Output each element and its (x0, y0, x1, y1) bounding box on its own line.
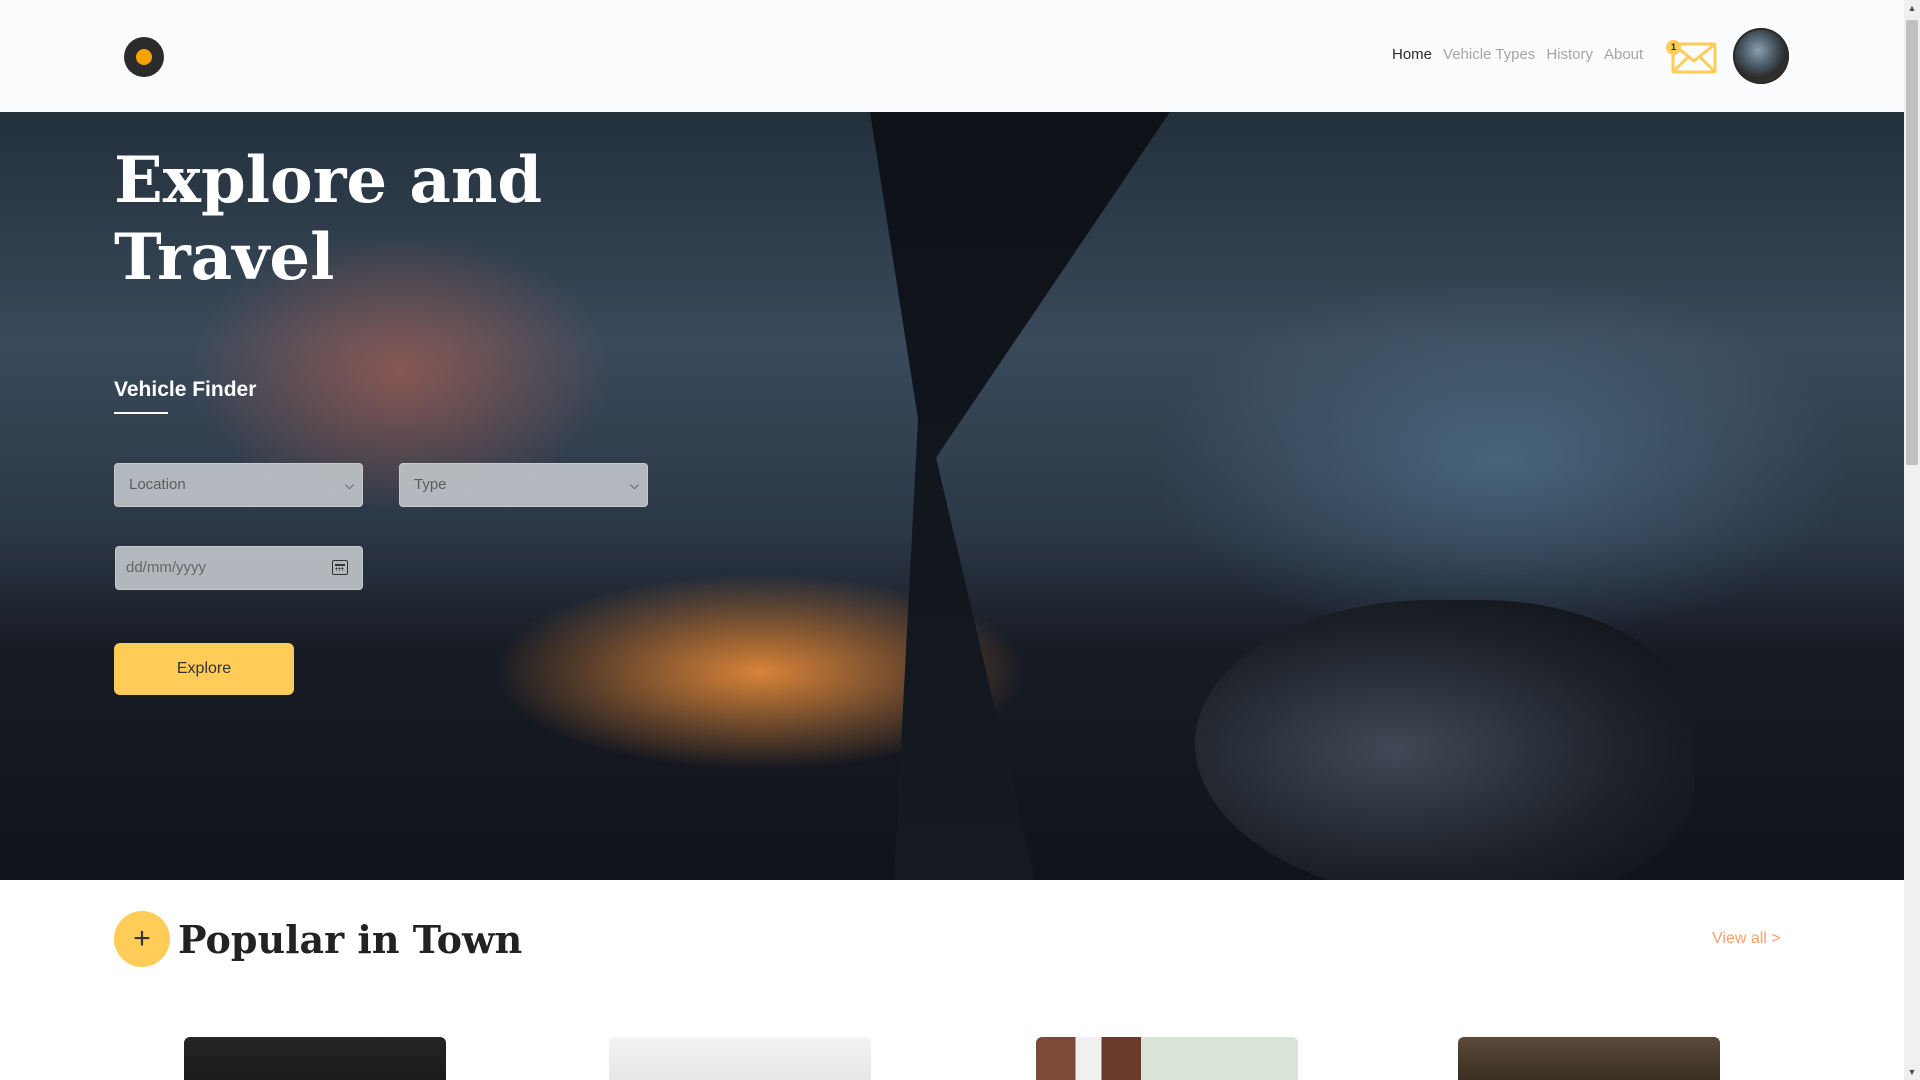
popular-card[interactable] (1458, 1037, 1720, 1080)
popular-card[interactable] (184, 1037, 446, 1080)
location-select[interactable]: Location ⌵ (114, 463, 363, 507)
hero-image-mirror (1195, 600, 1695, 880)
notification-badge: 1 (1666, 40, 1681, 55)
nav-vehicle-types[interactable]: Vehicle Types (1443, 46, 1535, 63)
popular-card[interactable] (609, 1037, 871, 1080)
nav-history[interactable]: History (1546, 46, 1593, 63)
avatar[interactable] (1733, 28, 1789, 84)
nav-home[interactable]: Home (1392, 46, 1432, 63)
location-select-value: Location (129, 476, 186, 493)
nav-about[interactable]: About (1604, 46, 1643, 63)
finder-underline (114, 412, 168, 414)
explore-button[interactable]: Explore (114, 643, 294, 695)
hero-section: Explore and Travel Vehicle Finder Locati… (0, 112, 1904, 880)
vehicle-finder-label: Vehicle Finder (114, 378, 257, 401)
plus-icon[interactable]: + (114, 911, 170, 967)
logo-icon[interactable] (124, 37, 164, 77)
site-header: Home Vehicle Types History About 1 (0, 0, 1904, 112)
hero-image-pillar (870, 112, 1170, 880)
chevron-down-icon: ⌵ (344, 478, 354, 492)
scroll-down-icon[interactable]: ▼ (1904, 1064, 1920, 1080)
view-all-link[interactable]: View all > (1712, 930, 1781, 948)
type-select[interactable]: Type ⌵ (399, 463, 648, 507)
date-input[interactable]: dd/mm/yyyy (115, 546, 363, 590)
calendar-icon[interactable] (332, 560, 348, 575)
popular-card[interactable] (1036, 1037, 1298, 1080)
hero-title: Explore and Travel (114, 143, 543, 295)
date-placeholder: dd/mm/yyyy (126, 559, 207, 576)
type-select-value: Type (414, 476, 447, 493)
scroll-up-icon[interactable]: ▲ (1904, 0, 1920, 16)
scrollbar-thumb[interactable] (1906, 20, 1918, 465)
popular-title: Popular in Town (178, 917, 523, 962)
main-nav: Home Vehicle Types History About (1392, 46, 1643, 63)
chevron-down-icon: ⌵ (629, 478, 639, 492)
